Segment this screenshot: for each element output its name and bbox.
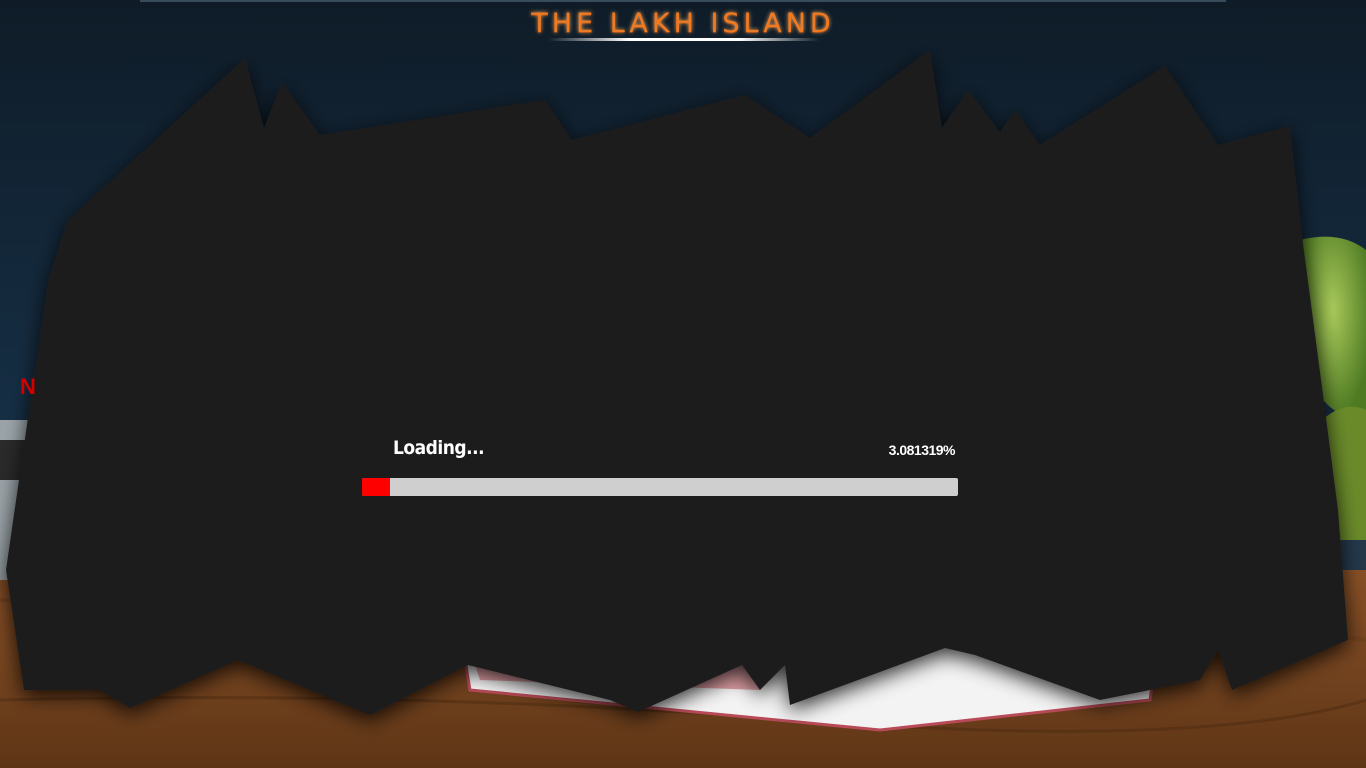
scene-background	[0, 0, 1366, 768]
progress-bar	[362, 478, 958, 496]
loading-percent: 3.081319%	[888, 442, 956, 458]
background-letter: N	[20, 374, 36, 399]
loading-label: Loading...	[393, 437, 485, 459]
progress-fill	[362, 478, 390, 496]
title-underline	[548, 38, 820, 41]
loading-overlay	[6, 50, 1348, 715]
game-title: THE LAKH ISLAND	[531, 8, 835, 39]
